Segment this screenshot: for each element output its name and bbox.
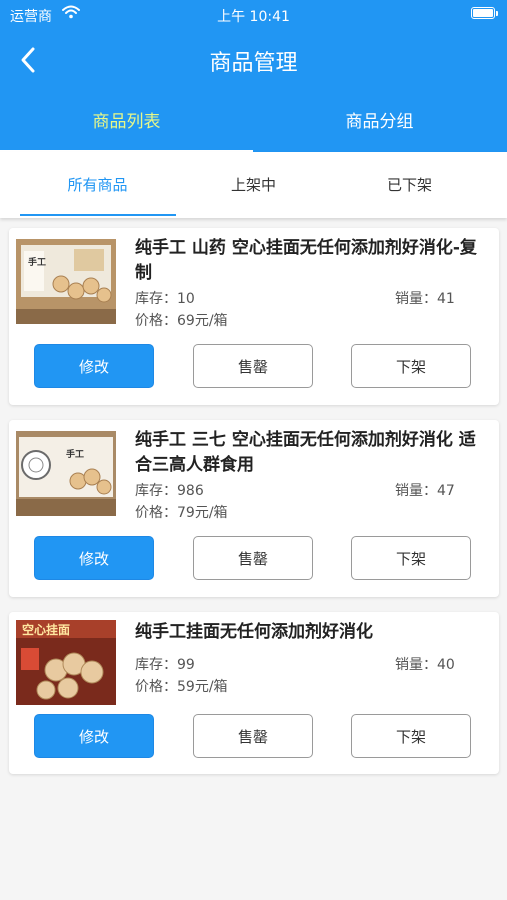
header: 运营商 上午 10:41 商品管理 商品列表 商品分组 [0, 0, 507, 152]
sub-tabs: 所有商品 上架中 已下架 [0, 152, 507, 218]
edit-button[interactable]: 修改 [34, 714, 154, 758]
clock: 上午 10:41 [217, 9, 290, 25]
product-card[interactable]: 空心挂面 纯手工挂面无任何添加剂好消化 库存：99 销量：40 价格：59元/箱… [9, 612, 499, 774]
product-stock: 库存：99 [135, 657, 195, 673]
product-name: 纯手工 山药 空心挂面无任何添加剂好消化-复制 [135, 238, 477, 283]
page-title: 商品管理 [209, 51, 298, 76]
product-price: 价格：79元/箱 [135, 505, 228, 521]
product-image[interactable]: 手工 [16, 431, 116, 516]
sold-out-button[interactable]: 售罄 [193, 344, 313, 388]
edit-button[interactable]: 修改 [34, 344, 154, 388]
off-shelf-button[interactable]: 下架 [351, 536, 471, 580]
product-image-text: 手工 [66, 448, 84, 460]
battery-icon [471, 7, 498, 19]
product-sales: 销量：47 [395, 483, 455, 499]
tab-product-groups[interactable]: 商品分组 [253, 95, 506, 152]
off-shelf-button[interactable]: 下架 [351, 714, 471, 758]
sub-tab-indicator [20, 214, 176, 216]
product-image-text: 手工 [28, 256, 46, 268]
edit-button[interactable]: 修改 [34, 536, 154, 580]
tab-off-shelf[interactable]: 已下架 [325, 152, 494, 218]
product-image[interactable]: 空心挂面 [16, 620, 116, 705]
product-stock: 库存：986 [135, 483, 204, 499]
product-name: 纯手工挂面无任何添加剂好消化 [135, 622, 373, 642]
sold-out-button[interactable]: 售罄 [193, 714, 313, 758]
product-sales: 销量：40 [395, 657, 455, 673]
off-shelf-button[interactable]: 下架 [351, 344, 471, 388]
nav-bar: 商品管理 [0, 36, 507, 84]
product-card[interactable]: 手工 纯手工 三七 空心挂面无任何添加剂好消化 适合三高人群食用 库存：986 … [9, 420, 499, 597]
product-price: 价格：69元/箱 [135, 313, 228, 329]
product-image-text: 空心挂面 [22, 622, 70, 637]
top-tabs: 商品列表 商品分组 [0, 95, 507, 152]
product-name: 纯手工 三七 空心挂面无任何添加剂好消化 适合三高人群食用 [135, 430, 476, 475]
status-bar: 运营商 上午 10:41 [0, 0, 507, 28]
product-card[interactable]: 手工 纯手工 山药 空心挂面无任何添加剂好消化-复制 库存：10 销量：41 价… [9, 228, 499, 405]
product-price: 价格：59元/箱 [135, 679, 228, 695]
product-sales: 销量：41 [395, 291, 455, 307]
tab-product-list[interactable]: 商品列表 [0, 95, 253, 152]
tab-all-products[interactable]: 所有商品 [13, 152, 182, 218]
tab-on-shelf[interactable]: 上架中 [169, 152, 338, 218]
sold-out-button[interactable]: 售罄 [193, 536, 313, 580]
product-stock: 库存：10 [135, 291, 195, 307]
product-image[interactable]: 手工 [16, 239, 116, 324]
